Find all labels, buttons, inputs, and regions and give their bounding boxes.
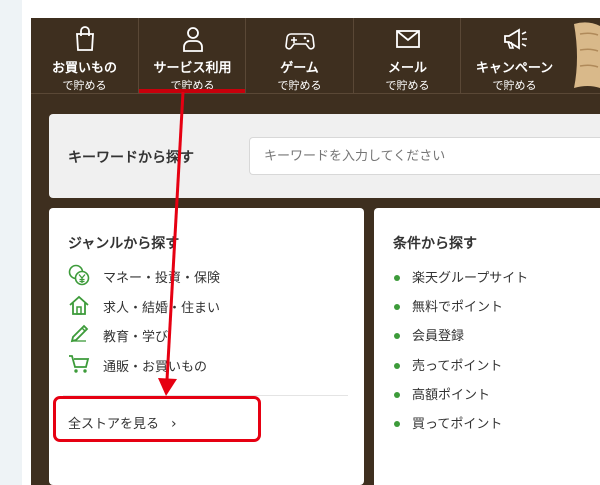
condition-item-label: 無料でポイント [412,300,504,315]
yen-coins-icon [68,264,90,286]
house-icon [69,295,89,315]
gamepad-icon [284,33,315,50]
bullet-dot [394,332,400,339]
condition-item[interactable]: 楽天グループサイト [394,267,528,286]
nav-mail-label: メール [387,61,427,76]
earn-category-nav: お買いもの で貯める サービス利用 で貯める ゲーム で貯める メール で貯める [31,18,600,93]
nav-shopping-sub: で貯める [62,79,107,92]
genre-item-label: 教育・学び [103,330,169,345]
condition-item-label: 高額ポイント [412,388,491,403]
bullet-dot [394,362,400,369]
annotation-highlight-box [53,396,261,442]
cart-icon [69,355,90,373]
nav-game-label: ゲーム [280,61,319,76]
condition-title: 条件から探す [393,236,477,252]
nav-shopping[interactable]: お買いもの で貯める [31,18,138,93]
bullet-dot [394,420,400,427]
nav-mail[interactable]: メール で貯める [354,18,461,93]
shopping-bag-icon [75,26,94,51]
genre-item-label: 求人・結婚・住まい [103,301,221,316]
genre-item-label: 通販・お買いもの [103,360,208,375]
nav-campaign-sub: で貯める [492,79,537,92]
keyword-search-input[interactable] [249,137,600,175]
nav-service[interactable]: サービス利用 で貯める [139,18,246,93]
genre-item-label: マネー・投資・保険 [103,271,221,286]
envelope-icon [395,30,420,48]
nav-bottom-border [31,93,600,94]
megaphone-icon [503,28,527,50]
condition-item-label: 買ってポイント [412,417,503,432]
condition-item[interactable]: 高額ポイント [394,384,490,403]
bullet-dot [394,391,400,398]
keyword-search-label: キーワードから探す [68,150,194,166]
condition-item[interactable]: 無料でポイント [394,296,503,315]
nav-mail-sub: で貯める [385,79,430,92]
nav-service-sub: で貯める [170,79,215,92]
genre-title: ジャンルから探す [68,236,180,252]
nav-campaign[interactable]: キャンペーン で貯める [461,18,568,93]
nav-service-label: サービス利用 [153,61,232,76]
person-icon [182,27,203,52]
condition-item[interactable]: 売ってポイント [394,355,502,374]
nav-campaign-label: キャンペーン [475,61,554,76]
bullet-dot [394,274,400,281]
condition-item-label: 会員登録 [412,329,465,344]
nav-game-sub: で貯める [277,79,322,92]
left-margin [0,0,22,485]
pencil-icon [70,324,89,343]
nav-shopping-label: お買いもの [51,61,117,76]
condition-item[interactable]: 会員登録 [394,325,464,344]
scroll-decoration-icon [574,22,600,88]
bullet-dot [394,303,400,310]
condition-item[interactable]: 買ってポイント [394,413,502,432]
condition-item-label: 売ってポイント [412,359,503,374]
nav-game[interactable]: ゲーム で貯める [246,18,353,93]
condition-item-label: 楽天グループサイト [412,271,529,286]
